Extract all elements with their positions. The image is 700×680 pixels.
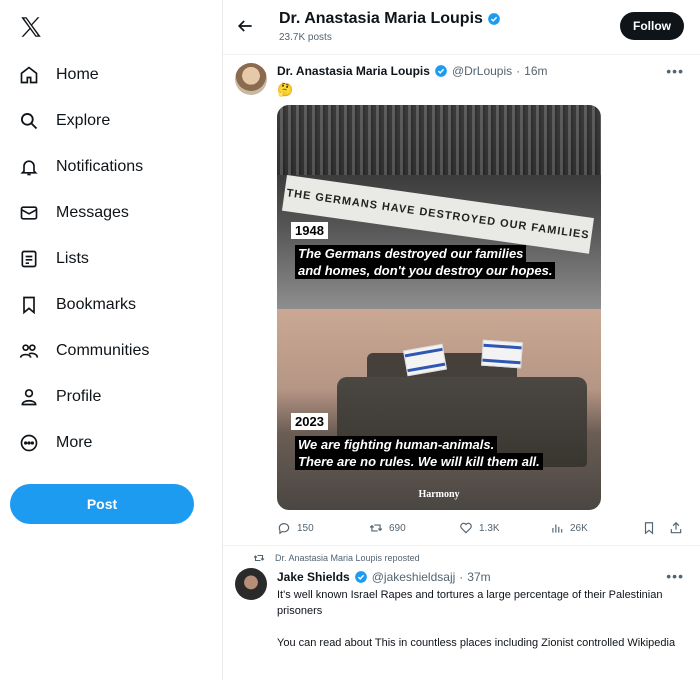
share-icon — [670, 521, 682, 534]
author-handle[interactable]: @DrLoupis — [452, 64, 512, 78]
sidebar-item-label: Notifications — [56, 158, 144, 175]
author-handle[interactable]: @jakeshieldsajj — [372, 570, 456, 584]
avatar[interactable] — [235, 568, 267, 600]
repost-button[interactable]: 690 — [369, 521, 406, 535]
avatar[interactable] — [235, 63, 267, 95]
sidebar-item-more[interactable]: More — [18, 427, 92, 459]
caption-bottom-line-1: We are fighting human-animals. — [295, 436, 498, 453]
author-name[interactable]: Dr. Anastasia Maria Loupis — [277, 64, 430, 78]
sidebar-item-home[interactable]: Home — [18, 59, 99, 91]
sidebar-item-messages[interactable]: Messages — [18, 197, 129, 229]
sidebar-item-label: Communities — [56, 342, 150, 359]
communities-icon — [18, 340, 40, 362]
tweet-text: It's well known Israel Rapes and torture… — [277, 587, 677, 667]
x-logo-icon[interactable] — [18, 14, 44, 40]
sidebar-item-lists[interactable]: Lists — [18, 243, 89, 275]
search-icon — [18, 110, 40, 132]
year-label-top: 1948 — [291, 222, 328, 239]
repost-indicator: Dr. Anastasia Maria Loupis reposted — [253, 552, 420, 564]
like-count: 1.3K — [479, 522, 500, 534]
year-label-bottom: 2023 — [291, 413, 328, 430]
views-icon — [552, 524, 563, 533]
tweet[interactable]: Dr. Anastasia Maria Loupis @DrLoupis · 1… — [223, 55, 700, 546]
view-count: 26K — [570, 522, 588, 534]
bell-icon — [18, 156, 40, 178]
profile-header: Dr. Anastasia Maria Loupis 23.7K posts F… — [223, 0, 700, 55]
sidebar-item-label: More — [56, 434, 93, 451]
main-column: Dr. Anastasia Maria Loupis 23.7K posts F… — [223, 0, 700, 680]
caption-top-line-2: and homes, don't you destroy our hopes. — [295, 262, 556, 279]
tweet-header: Dr. Anastasia Maria Loupis @DrLoupis · 1… — [277, 64, 548, 78]
sidebar-item-bookmarks[interactable]: Bookmarks — [18, 289, 136, 321]
more-circle-icon — [18, 432, 40, 454]
mail-icon — [18, 202, 40, 224]
bookmark-icon — [18, 294, 40, 316]
caption-top-line-1: The Germans destroyed our families — [295, 245, 527, 262]
repost-icon — [253, 554, 265, 562]
share-button[interactable] — [669, 521, 683, 535]
reply-count: 150 — [297, 522, 314, 534]
post-count: 23.7K posts — [279, 32, 332, 43]
tweet[interactable]: Dr. Anastasia Maria Loupis reposted Jake… — [223, 546, 700, 680]
tweet-time[interactable]: 37m — [467, 570, 490, 584]
follow-button[interactable]: Follow — [620, 12, 684, 40]
sidebar-item-communities[interactable]: Communities — [18, 335, 149, 367]
sidebar-item-profile[interactable]: Profile — [18, 381, 101, 413]
sidebar: Home Explore Notifications Messages List… — [0, 0, 222, 680]
separator-dot: · — [459, 570, 464, 584]
author-name[interactable]: Jake Shields — [277, 570, 350, 584]
tweet-paragraph: It's well known Israel Rapes and torture… — [277, 589, 663, 617]
sidebar-item-explore[interactable]: Explore — [18, 105, 110, 137]
more-options-icon[interactable]: ••• — [666, 63, 684, 79]
repost-icon — [369, 524, 383, 532]
tweet-image[interactable]: THE GERMANS HAVE DESTROYED OUR FAMILIES … — [277, 105, 601, 510]
repost-count: 690 — [389, 522, 406, 534]
like-button[interactable]: 1.3K — [459, 521, 500, 535]
sidebar-item-label: Profile — [56, 388, 102, 405]
tweet-time[interactable]: 16m — [524, 64, 547, 78]
bookmark-button[interactable] — [642, 521, 656, 535]
bookmark-icon — [644, 522, 654, 535]
verified-badge-icon — [435, 65, 447, 77]
caption-bottom: We are fighting human-animals. There are… — [295, 436, 543, 470]
crowd-graphic — [277, 105, 601, 175]
reply-button[interactable]: 150 — [277, 521, 314, 535]
thinking-emoji: 🤔 — [277, 82, 294, 97]
tweet-actions: 150 690 1.3K 26K — [277, 521, 687, 539]
sidebar-item-label: Messages — [56, 204, 129, 221]
reposter-text[interactable]: Dr. Anastasia Maria Loupis reposted — [275, 553, 420, 563]
header-name: Dr. Anastasia Maria Loupis — [279, 10, 483, 27]
sidebar-item-notifications[interactable]: Notifications — [18, 151, 143, 183]
reply-icon — [278, 523, 290, 535]
verified-badge-icon — [488, 13, 500, 25]
verified-badge-icon — [354, 571, 367, 583]
sidebar-item-label: Explore — [56, 112, 111, 129]
sidebar-item-label: Bookmarks — [56, 296, 137, 313]
separator-dot: · — [516, 64, 521, 78]
home-icon — [18, 64, 40, 86]
sidebar-item-label: Lists — [56, 250, 89, 267]
caption-bottom-line-2: There are no rules. We will kill them al… — [295, 453, 543, 470]
heart-icon — [460, 522, 472, 534]
flag-graphic — [481, 339, 523, 369]
more-options-icon[interactable]: ••• — [666, 568, 684, 584]
profile-icon — [18, 386, 40, 408]
tweet-paragraph: You can read about This in countless pla… — [277, 637, 676, 649]
back-arrow-icon[interactable] — [235, 16, 255, 36]
tweet-header: Jake Shields @jakeshieldsajj · 37m — [277, 570, 491, 584]
watermark: Harmony — [418, 489, 460, 500]
views-button[interactable]: 26K — [550, 521, 588, 535]
caption-top: The Germans destroyed our families and h… — [295, 245, 556, 279]
sidebar-item-label: Home — [56, 66, 99, 83]
list-icon — [18, 248, 40, 270]
page-title: Dr. Anastasia Maria Loupis — [279, 10, 501, 28]
post-button[interactable]: Post — [10, 484, 194, 524]
